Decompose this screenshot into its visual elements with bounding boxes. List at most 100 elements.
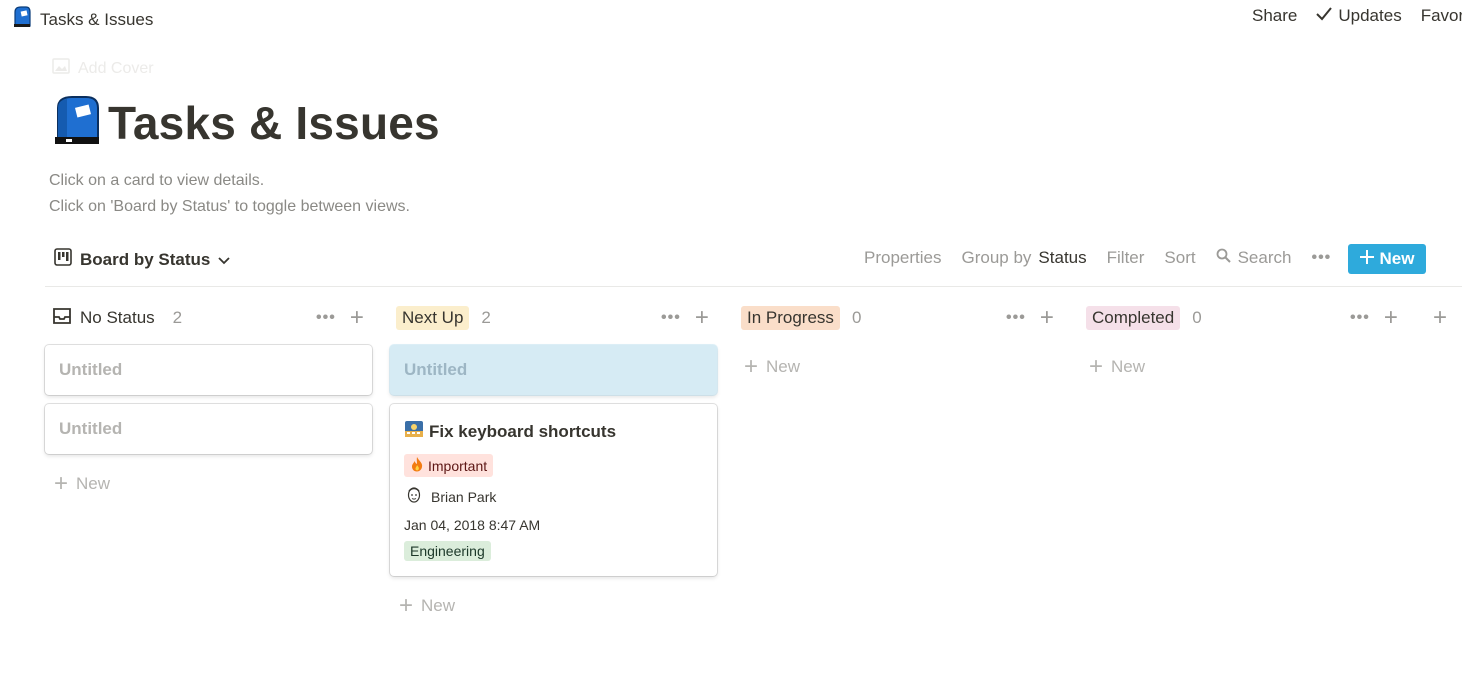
team-row: Engineering <box>404 541 491 561</box>
description-line-2: Click on 'Board by Status' to toggle bet… <box>49 198 410 215</box>
column-add-button[interactable]: + <box>350 306 364 330</box>
column-add-button[interactable]: + <box>1384 306 1398 330</box>
column-tools: ••• + <box>316 305 364 331</box>
more-options-button[interactable]: ••• <box>1311 249 1331 267</box>
breadcrumb-title: Tasks & Issues <box>40 9 154 29</box>
group-by-button[interactable]: Group by Status <box>961 248 1086 268</box>
add-group-plus: + <box>1433 304 1448 331</box>
column-count: 0 <box>851 308 862 327</box>
plus-icon: + <box>399 592 414 619</box>
description-line-1: Click on a card to view details. <box>49 172 265 189</box>
new-card-button[interactable]: + New <box>744 355 800 379</box>
favorite-label: Favor <box>1420 6 1462 25</box>
task-card[interactable]: Fix keyboard shortcuts Important Brian P… <box>390 404 717 576</box>
avatar <box>406 486 422 507</box>
column-name[interactable]: No Status <box>74 306 161 330</box>
column-header-no-status: No Status 2 <box>52 305 182 331</box>
page-title-text[interactable]: Tasks & Issues <box>108 96 440 150</box>
board-view-icon <box>54 248 72 271</box>
sort-button[interactable]: Sort <box>1164 248 1195 268</box>
keyboard-picture-icon <box>404 419 424 444</box>
column-more-button[interactable]: ••• <box>661 309 681 327</box>
new-card-label: New <box>421 596 456 615</box>
column-more-button[interactable]: ••• <box>316 309 336 327</box>
add-cover-button[interactable]: Add Cover <box>52 57 154 80</box>
new-button[interactable]: New <box>1348 244 1426 274</box>
filter-button[interactable]: Filter <box>1107 248 1145 268</box>
column-name[interactable]: Next Up <box>396 306 470 330</box>
column-add-button[interactable]: + <box>695 306 709 330</box>
task-card-title: Fix keyboard shortcuts <box>429 421 617 441</box>
column-more-button[interactable]: ••• <box>1006 309 1026 327</box>
assignee-name: Brian Park <box>431 488 497 505</box>
check-icon <box>1316 6 1333 26</box>
view-switcher[interactable]: Board by Status <box>54 248 230 271</box>
new-card-label: New <box>1111 357 1146 376</box>
new-card-button[interactable]: + New <box>399 594 455 618</box>
search-icon <box>1216 248 1231 268</box>
new-card-button[interactable]: + New <box>54 472 110 496</box>
new-card-label: New <box>76 474 111 493</box>
updates-button[interactable]: Updates <box>1316 6 1402 26</box>
search-button[interactable]: Search <box>1216 248 1292 268</box>
column-more-button[interactable]: ••• <box>1350 309 1370 327</box>
new-card-label: New <box>766 357 801 376</box>
fire-icon <box>410 456 424 475</box>
assignee-row: Brian Park <box>406 486 496 507</box>
favorite-button[interactable]: Favor <box>1421 6 1462 26</box>
image-icon <box>52 57 70 80</box>
add-group-button[interactable]: + <box>1433 305 1447 331</box>
view-toolbar: Properties Group by Status Filter Sort S… <box>864 248 1351 268</box>
top-actions: Share Updates Favor <box>1252 6 1462 26</box>
mailbox-icon[interactable] <box>52 94 102 151</box>
column-tools: ••• + <box>661 305 709 331</box>
top-bar: Tasks & Issues Share Updates Favor <box>0 0 1462 36</box>
share-label: Share <box>1252 6 1298 25</box>
group-by-label: Group by <box>961 248 1032 267</box>
mailbox-icon <box>12 6 32 33</box>
board-card[interactable]: Untitled <box>45 345 372 395</box>
updates-label: Updates <box>1338 6 1402 25</box>
share-button[interactable]: Share <box>1252 6 1297 26</box>
properties-label: Properties <box>864 248 942 267</box>
column-count: 2 <box>172 308 183 327</box>
properties-button[interactable]: Properties <box>864 248 941 268</box>
column-name[interactable]: In Progress <box>741 306 840 330</box>
column-name[interactable]: Completed <box>1086 306 1181 330</box>
sort-label: Sort <box>1164 248 1196 267</box>
group-by-value: Status <box>1038 248 1087 267</box>
new-card-button[interactable]: + New <box>1089 355 1145 379</box>
search-label: Search <box>1237 248 1292 267</box>
column-header-next-up: Next Up 2 <box>396 305 491 331</box>
plus-icon <box>1359 249 1374 269</box>
toolbar-divider <box>45 286 1462 287</box>
priority-tag: Important <box>404 454 494 477</box>
breadcrumb[interactable]: Tasks & Issues <box>12 6 153 33</box>
plus-icon: + <box>744 353 759 380</box>
chevron-down-icon <box>218 250 230 270</box>
plus-icon: + <box>1089 353 1104 380</box>
team-tag: Engineering <box>404 541 491 561</box>
board-card[interactable]: Untitled <box>45 404 372 454</box>
task-card-title-row: Fix keyboard shortcuts <box>404 419 616 444</box>
filter-label: Filter <box>1106 248 1145 267</box>
view-name: Board by Status <box>80 249 211 269</box>
inbox-icon <box>52 307 72 330</box>
page-title: Tasks & Issues <box>52 94 440 151</box>
board-card-selected[interactable]: Untitled <box>390 345 717 395</box>
priority-row: Important <box>404 454 494 477</box>
add-cover-label: Add Cover <box>78 59 154 77</box>
card-title: Untitled <box>59 360 123 379</box>
priority-label: Important <box>428 457 488 474</box>
column-tools: ••• + <box>1006 305 1054 331</box>
plus-icon: + <box>54 470 69 497</box>
column-header-completed: Completed 0 <box>1086 305 1202 331</box>
card-title: Untitled <box>59 419 123 438</box>
new-button-label: New <box>1379 249 1415 268</box>
column-header-in-progress: In Progress 0 <box>741 305 861 331</box>
column-add-button[interactable]: + <box>1040 306 1054 330</box>
column-count: 2 <box>481 308 491 327</box>
task-date: Jan 04, 2018 8:47 AM <box>404 517 541 533</box>
column-count: 0 <box>1192 308 1202 327</box>
column-tools: ••• + <box>1350 305 1398 331</box>
